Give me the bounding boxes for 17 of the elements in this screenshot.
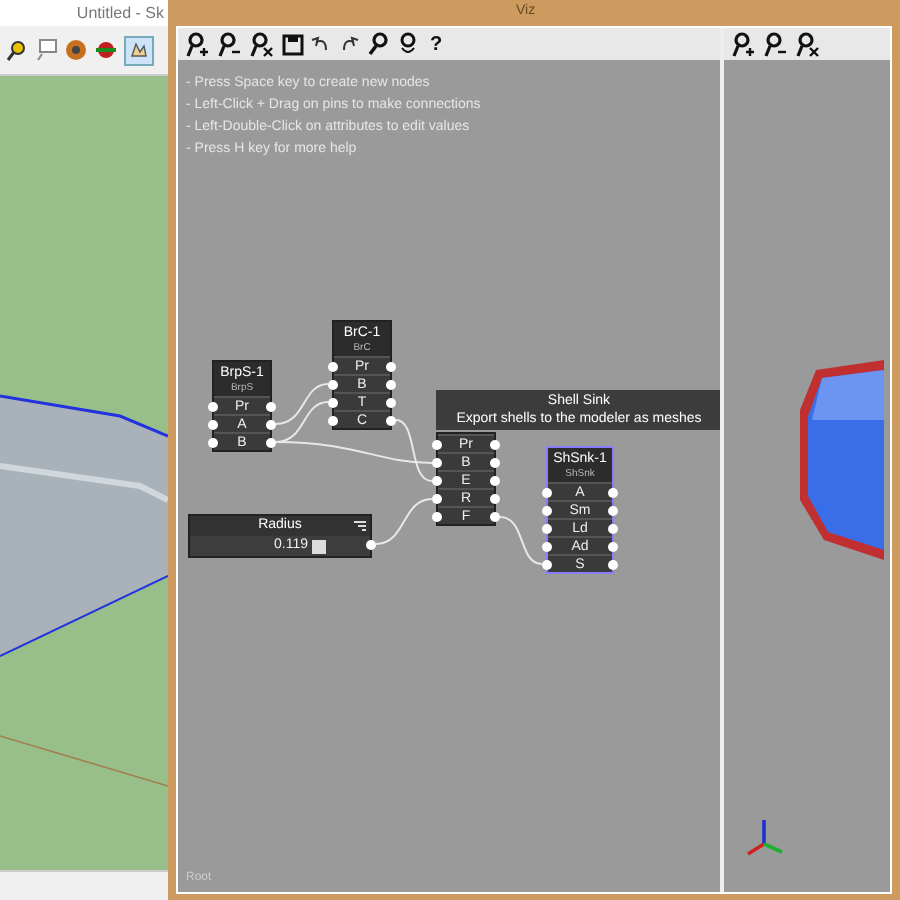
color-swatch[interactable]: [312, 539, 326, 553]
save-icon[interactable]: [280, 32, 304, 56]
search-icon[interactable]: [366, 32, 390, 56]
pin-handle[interactable]: [366, 540, 376, 550]
node-icon[interactable]: [762, 31, 788, 57]
node-icon[interactable]: [248, 31, 274, 57]
help-button[interactable]: ?: [430, 29, 443, 59]
node-icon[interactable]: [794, 31, 820, 57]
node-icon[interactable]: [730, 31, 756, 57]
grip-icon[interactable]: [354, 520, 366, 532]
undo-icon[interactable]: [310, 33, 332, 55]
pan-button[interactable]: [124, 35, 154, 65]
node-icon[interactable]: [184, 31, 210, 57]
orbit-icon[interactable]: [94, 38, 118, 62]
window-title: Untitled - Sk: [76, 1, 164, 25]
node-icon[interactable]: [216, 31, 242, 57]
redo-icon[interactable]: [338, 33, 360, 55]
